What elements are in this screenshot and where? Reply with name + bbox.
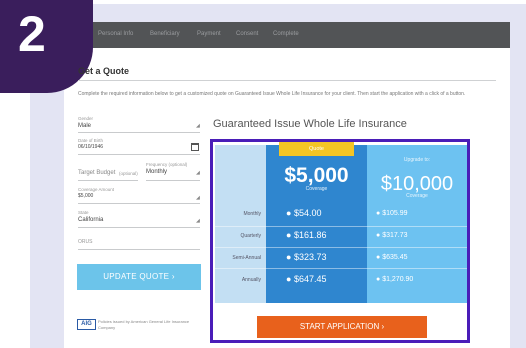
dob-label: Date of Birth — [78, 138, 104, 143]
coverage-label: Coverage Amount — [78, 187, 115, 192]
aig-disclaimer: Policies issued by American General Life… — [98, 319, 190, 330]
chevron-down-icon: ◢ — [196, 195, 200, 201]
quote-title: Guaranteed Issue Whole Life Insurance — [213, 118, 407, 130]
target-budget-hint: (optional) — [119, 171, 138, 176]
chevron-down-icon: ◢ — [196, 123, 200, 129]
update-quote-button[interactable]: UPDATE QUOTE › — [77, 264, 201, 290]
frequency-label: Frequency (optional) — [146, 162, 188, 167]
gender-label: Gender — [78, 116, 94, 121]
highlight-box — [210, 139, 470, 343]
progress-nav: Personal Info Beneficiary Payment Consen… — [64, 22, 510, 48]
gender-underline — [78, 132, 200, 133]
frequency-select[interactable]: Monthly — [146, 169, 167, 175]
state-underline — [78, 227, 200, 228]
calendar-icon[interactable] — [191, 143, 199, 151]
form-title: Get a Quote — [78, 66, 130, 76]
title-divider — [78, 80, 496, 81]
target-budget-field[interactable]: Target Budget — [78, 170, 115, 176]
orus-field[interactable]: ORUS — [78, 239, 92, 245]
chevron-down-icon: ◢ — [196, 218, 200, 224]
state-select[interactable]: California — [78, 217, 103, 223]
nav-item-complete[interactable]: Complete — [273, 31, 299, 37]
target-budget-underline — [78, 180, 138, 181]
step-number: 2 — [18, 6, 46, 62]
chevron-down-icon: ◢ — [196, 170, 200, 176]
form-intro: Complete the required information below … — [78, 91, 466, 97]
nav-item-payment[interactable]: Payment — [197, 31, 221, 37]
frequency-underline — [146, 180, 200, 181]
coverage-select[interactable]: $5,000 — [78, 193, 93, 199]
dob-underline — [78, 154, 200, 155]
state-label: State — [78, 210, 89, 215]
dob-field[interactable]: 06/10/1946 — [78, 144, 103, 150]
screenshot-frame: Personal Info Beneficiary Payment Consen… — [0, 0, 526, 348]
coverage-underline — [78, 203, 200, 204]
aig-logo: AIG — [77, 319, 96, 330]
nav-item-consent[interactable]: Consent — [236, 31, 258, 37]
gender-select[interactable]: Male — [78, 123, 91, 129]
nav-item-beneficiary[interactable]: Beneficiary — [150, 31, 180, 37]
nav-item-personal-info[interactable]: Personal Info — [98, 31, 133, 37]
orus-underline — [78, 249, 200, 250]
